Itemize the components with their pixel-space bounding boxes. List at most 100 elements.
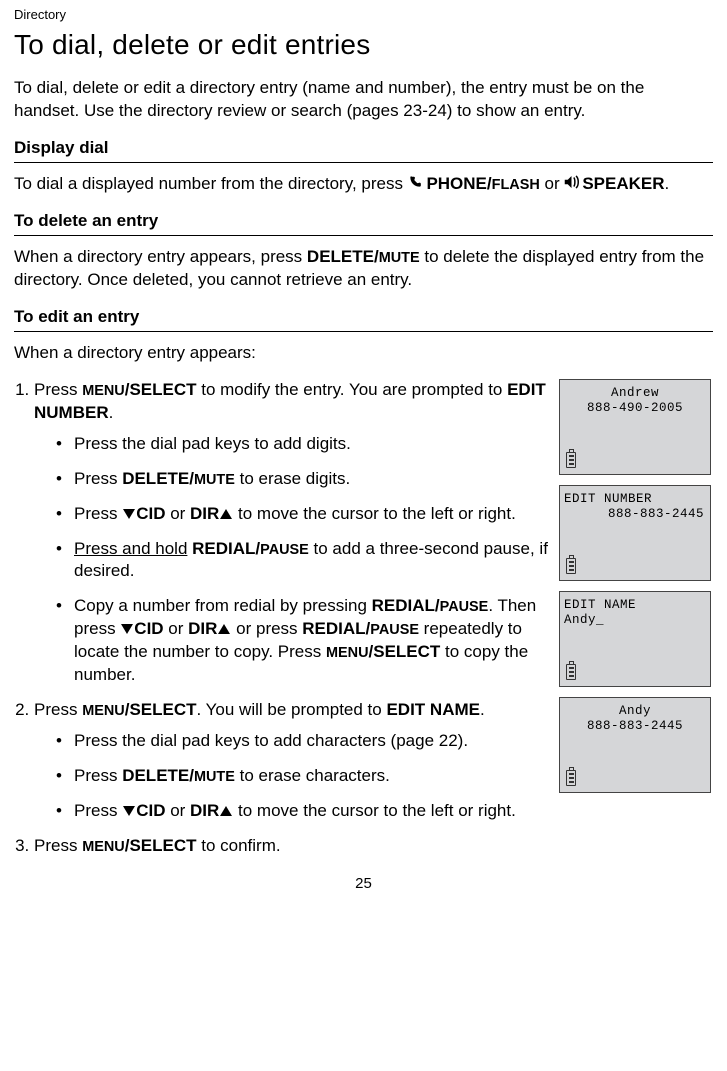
section-label: Directory — [14, 6, 713, 24]
screen-line: Andy_ — [564, 613, 706, 629]
screen-line: EDIT NUMBER — [564, 492, 706, 508]
screen-line: 888-883-2445 — [564, 719, 706, 735]
key-pause: PAUSE — [260, 542, 309, 558]
key-pause: PAUSE — [370, 622, 419, 638]
key-speaker: SPEAKER — [582, 174, 664, 193]
key-menu: MENU — [82, 383, 125, 399]
battery-icon — [566, 770, 576, 786]
text: When a directory entry appears, press — [14, 247, 307, 266]
lcd-screen-4: Andy 888-883-2445 — [559, 697, 711, 793]
text: to erase digits. — [235, 469, 350, 488]
step-2-bullets: Press the dial pad keys to add character… — [34, 730, 551, 823]
press-and-hold: Press and hold — [74, 539, 187, 558]
key-cid: CID — [136, 801, 165, 820]
key-delete: DELETE/ — [122, 469, 194, 488]
text: or — [165, 801, 190, 820]
key-cid: CID — [134, 619, 163, 638]
key-flash: FLASH — [492, 177, 540, 193]
page-number: 25 — [14, 874, 713, 894]
text: To dial a displayed number from the dire… — [14, 174, 408, 193]
key-menu: MENU — [326, 645, 369, 661]
step-1: Press MENU/SELECT to modify the entry. Y… — [34, 379, 551, 687]
text: Press — [74, 801, 122, 820]
bullet: Press the dial pad keys to add character… — [56, 730, 551, 753]
bullet: Copy a number from redial by pressing RE… — [56, 595, 551, 687]
key-dir: DIR — [190, 504, 219, 523]
key-redial: REDIAL/ — [302, 619, 370, 638]
screen-line: 888-883-2445 — [564, 507, 706, 523]
key-redial: REDIAL/ — [372, 596, 440, 615]
bullet: Press CID or DIR to move the cursor to t… — [56, 800, 551, 823]
bullet: Press and hold REDIAL/PAUSE to add a thr… — [56, 538, 551, 584]
subhead-delete-entry: To delete an entry — [14, 210, 713, 236]
key-mute: MUTE — [379, 250, 420, 266]
down-arrow-icon — [123, 806, 135, 816]
text: or — [165, 504, 190, 523]
text: or — [544, 174, 564, 193]
text: . You will be prompted to — [197, 700, 387, 719]
bullet: Press DELETE/MUTE to erase characters. — [56, 765, 551, 788]
text: . — [480, 700, 485, 719]
screen-line: Andrew — [564, 386, 706, 402]
text: to move the cursor to the left or right. — [233, 801, 516, 820]
battery-icon — [566, 452, 576, 468]
screen-line: 888-490-2005 — [564, 401, 706, 417]
text: Press — [74, 469, 122, 488]
text: . — [665, 174, 670, 193]
key-pause: PAUSE — [440, 599, 489, 615]
intro-paragraph: To dial, delete or edit a directory entr… — [14, 77, 713, 123]
text: Press — [74, 766, 122, 785]
up-arrow-icon — [220, 806, 232, 816]
key-cid: CID — [136, 504, 165, 523]
text: Press — [74, 504, 122, 523]
edit-steps-list: Press MENU/SELECT to modify the entry. Y… — [14, 379, 551, 858]
text: Copy a number from redial by pressing — [74, 596, 372, 615]
key-menu: MENU — [82, 703, 125, 719]
down-arrow-icon — [123, 509, 135, 519]
delete-entry-paragraph: When a directory entry appears, press DE… — [14, 246, 713, 292]
text: to move the cursor to the left or right. — [233, 504, 516, 523]
text: to modify the entry. You are prompted to — [197, 380, 508, 399]
key-select: SELECT — [129, 700, 196, 719]
edit-entry-lead: When a directory entry appears: — [14, 342, 713, 365]
step-2: Press MENU/SELECT. You will be prompted … — [34, 699, 551, 823]
lcd-screen-1: Andrew 888-490-2005 — [559, 379, 711, 475]
key-dir: DIR — [188, 619, 217, 638]
key-mute: MUTE — [194, 472, 235, 488]
text: or — [164, 619, 189, 638]
lcd-screen-2: EDIT NUMBER 888-883-2445 — [559, 485, 711, 581]
key-menu: MENU — [82, 839, 125, 855]
bullet: Press CID or DIR to move the cursor to t… — [56, 503, 551, 526]
text: Press — [34, 380, 82, 399]
text: Press — [34, 700, 82, 719]
key-dir: DIR — [190, 801, 219, 820]
text: or press — [231, 619, 302, 638]
key-select: SELECT — [129, 380, 196, 399]
page-title: To dial, delete or edit entries — [14, 26, 713, 64]
key-mute: MUTE — [194, 769, 235, 785]
up-arrow-icon — [218, 624, 230, 634]
text: to confirm. — [197, 836, 281, 855]
text: to erase characters. — [235, 766, 390, 785]
down-arrow-icon — [121, 624, 133, 634]
subhead-edit-entry: To edit an entry — [14, 306, 713, 332]
step-3: Press MENU/SELECT to confirm. — [34, 835, 551, 858]
battery-icon — [566, 558, 576, 574]
lcd-screen-3: EDIT NAME Andy_ — [559, 591, 711, 687]
key-redial: REDIAL/ — [192, 539, 260, 558]
bullet: Press DELETE/MUTE to erase digits. — [56, 468, 551, 491]
key-select: SELECT — [129, 836, 196, 855]
bullet: Press the dial pad keys to add digits. — [56, 433, 551, 456]
text: Press — [34, 836, 82, 855]
step-1-bullets: Press the dial pad keys to add digits. P… — [34, 433, 551, 687]
key-select: SELECT — [373, 642, 440, 661]
screen-line: Andy — [564, 704, 706, 720]
battery-icon — [566, 664, 576, 680]
phone-handset-icon — [408, 173, 422, 196]
display-dial-paragraph: To dial a displayed number from the dire… — [14, 173, 713, 196]
screen-line: EDIT NAME — [564, 598, 706, 614]
up-arrow-icon — [220, 509, 232, 519]
edit-name: EDIT NAME — [386, 700, 480, 719]
key-delete: DELETE/ — [122, 766, 194, 785]
key-delete: DELETE/ — [307, 247, 379, 266]
